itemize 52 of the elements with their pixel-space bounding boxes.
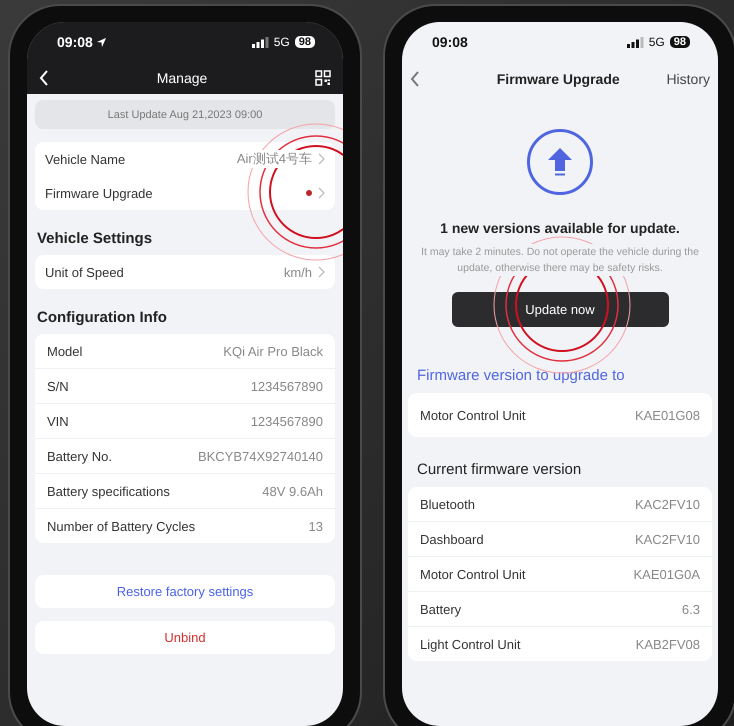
info-value: 1234567890 (250, 378, 323, 394)
module-name: Motor Control Unit (420, 408, 526, 422)
version-value: KAE01G0A (634, 566, 700, 582)
chevron-icon (318, 266, 325, 278)
signal-icon (252, 36, 269, 48)
network-label: 5G (274, 35, 290, 49)
battery-badge: 98 (670, 36, 690, 48)
status-time: 09:08 (57, 34, 93, 50)
info-label: S/N (47, 378, 69, 394)
update-headline: 1 new versions available for update. (440, 220, 680, 236)
action-button[interactable]: Unbind (35, 621, 335, 654)
settings-row[interactable]: Unit of Speed km/h (35, 255, 335, 289)
chevron-icon (318, 187, 325, 199)
info-label: Battery specifications (47, 484, 170, 498)
qr-code-icon[interactable] (315, 70, 331, 86)
module-name: Dashboard (420, 532, 484, 546)
history-link[interactable]: History (666, 71, 710, 87)
chevron-icon (318, 153, 325, 165)
section-heading: Vehicle Settings (37, 230, 154, 247)
action-button[interactable]: Restore factory settings (35, 575, 335, 608)
info-label: Battery No. (47, 448, 112, 464)
info-value: 13 (308, 518, 323, 534)
page-title: Firmware Upgrade (496, 71, 620, 87)
version-value: 6.3 (682, 602, 700, 616)
module-name: Motor Control Unit (420, 566, 526, 582)
section-heading: Configuration Info (37, 309, 168, 326)
section-heading: Current firmware version (417, 461, 582, 478)
status-time: 09:08 (432, 34, 468, 50)
module-name: Battery (420, 602, 462, 616)
info-label: Model (47, 344, 82, 358)
module-name: Bluetooth (420, 496, 475, 512)
module-name: Light Control Unit (420, 636, 520, 652)
version-value: KAB2FV08 (636, 636, 700, 652)
settings-row[interactable]: Firmware Upgrade (35, 176, 335, 210)
info-label: Number of Battery Cycles (47, 518, 196, 534)
version-value: KAC2FV10 (634, 496, 700, 512)
battery-badge: 98 (294, 36, 315, 48)
info-label: VIN (47, 414, 69, 428)
location-arrow-icon (96, 36, 107, 48)
page-title: Manage (156, 70, 208, 86)
version-value: KAC2FV10 (634, 532, 700, 546)
update-now-button[interactable]: Update now (452, 292, 668, 327)
last-update-banner: Last Update Aug 21,2023 09:00 (35, 100, 335, 129)
version-value: KAE01G08 (634, 408, 700, 422)
info-value: KQi Air Pro Black (223, 344, 323, 358)
info-value: 1234567890 (250, 414, 323, 428)
network-label: 5G (648, 35, 665, 49)
info-value: 48V 9.6Ah (262, 484, 323, 498)
signal-icon (626, 36, 644, 48)
settings-row[interactable]: Vehicle Name Air测试4号车 (35, 142, 335, 176)
section-heading: Firmware version to upgrade to (417, 367, 626, 384)
info-value: BKCYB74X92740140 (198, 448, 323, 464)
